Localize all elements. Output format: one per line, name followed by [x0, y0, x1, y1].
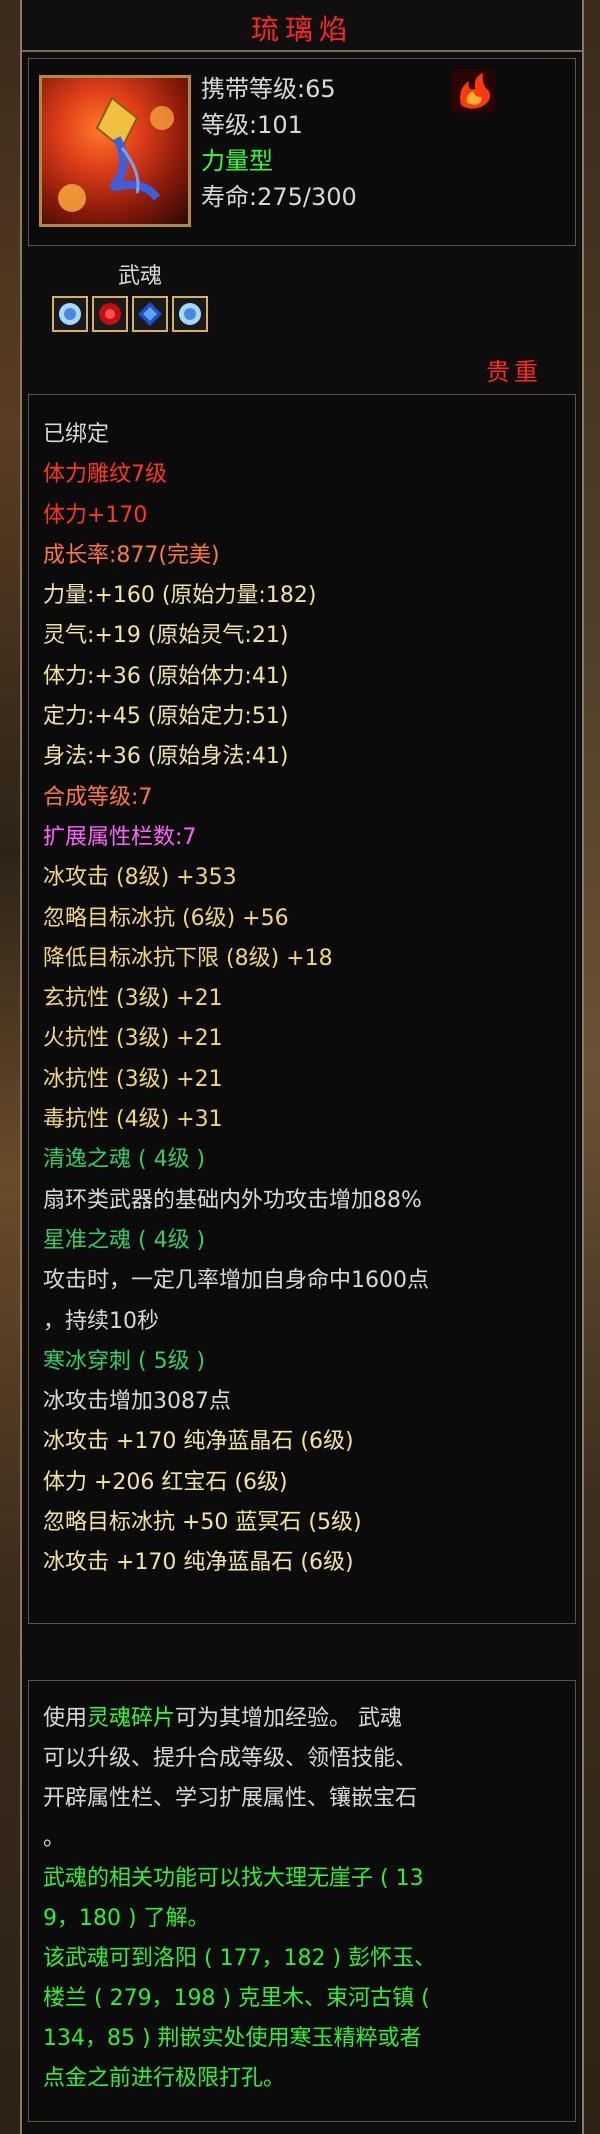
item-header: 携带等级:65 等级:101 力量型 寿命:275/300 — [28, 58, 576, 246]
attribute-line: 身法:+36 (原始身法:41) — [43, 744, 289, 770]
attribute-line: 已绑定 — [43, 422, 110, 447]
rarity-label: 贵重 — [486, 358, 542, 386]
flame-icon — [451, 69, 495, 113]
attribute-line: ，持续10秒 — [43, 1308, 159, 1334]
desc-text: 开辟属性栏、学习扩展属性、镶嵌宝石 — [43, 1786, 418, 1811]
attribute-line: 冰攻击 +170 纯净蓝晶石 (6级) — [43, 1429, 354, 1455]
desc-hint: 点金之前进行极限打孔。 — [43, 2066, 286, 2091]
item-level: 等级:101 — [201, 111, 303, 139]
item-lifespan: 寿命:275/300 — [201, 183, 357, 211]
desc-text: 可以升级、提升合成等级、领悟技能、 — [43, 1746, 418, 1771]
gem-slot-3[interactable] — [132, 296, 168, 332]
desc-text: 。 — [43, 1826, 66, 1851]
dark-blue-gem-icon — [138, 302, 162, 326]
attribute-line: 灵气:+19 (原始灵气:21) — [43, 623, 289, 649]
description-text: 使用灵魂碎片可为其增加经验。 武魂 可以升级、提升合成等级、领悟技能、 开辟属性… — [43, 1699, 561, 2099]
desc-hint: 9，180 ) 了解。 — [43, 1906, 210, 1931]
gem-slot-2[interactable] — [92, 296, 128, 332]
soul-label: 武魂 — [118, 264, 163, 289]
desc-hint: 该武魂可到洛阳 ( 177，182 ) 彭怀玉、 — [43, 1946, 437, 1971]
attributes-panel: 已绑定体力雕纹7级 体力+170 成长率:877(完美) 力量:+160 (原始力量:… — [28, 394, 576, 1624]
red-gem-icon — [99, 303, 121, 325]
attribute-line: 火抗性 (3级) +21 — [43, 1026, 223, 1052]
item-type: 力量型 — [201, 147, 273, 175]
attribute-line: 体力雕纹7级 — [43, 462, 167, 488]
attribute-line: 寒冰穿刺 ( 5级 ) — [43, 1348, 206, 1374]
gem-slot-4[interactable] — [172, 296, 208, 332]
attribute-line: 冰攻击 (8级) +353 — [43, 865, 237, 891]
attribute-line: 扇环类武器的基础内外功攻击增加88% — [43, 1187, 422, 1213]
blue-gem-icon — [59, 303, 81, 325]
attribute-line: 星准之魂 ( 4级 ) — [43, 1227, 206, 1253]
attribute-line: 冰攻击 +170 纯净蓝晶石 (6级) — [43, 1550, 354, 1576]
attribute-line: 忽略目标冰抗 (6级) +56 — [43, 905, 289, 931]
attribute-line: 定力:+45 (原始定力:51) — [43, 704, 289, 730]
attribute-list: 已绑定体力雕纹7级 体力+170 成长率:877(完美) 力量:+160 (原始力量:… — [43, 415, 565, 1584]
desc-text: 使用 — [43, 1706, 88, 1731]
attribute-line: 冰攻击增加3087点 — [43, 1389, 231, 1415]
attribute-line: 力量:+160 (原始力量:182) — [43, 583, 317, 609]
gem-slots — [52, 296, 208, 332]
attribute-line: 忽略目标冰抗 +50 蓝冥石 (5级) — [43, 1510, 362, 1536]
attribute-line: 体力:+36 (原始体力:41) — [43, 663, 289, 689]
gem-slot-1[interactable] — [52, 296, 88, 332]
game-background-left — [0, 0, 22, 2134]
attribute-line: 体力 +206 红宝石 (6级) — [43, 1469, 288, 1495]
item-tooltip: 琉璃焰 携带等级:65 等级:101 力量型 寿命:275/300 武魂 贵重 … — [20, 0, 584, 2134]
attribute-line: 攻击时，一定几率增加自身命中1600点 — [43, 1268, 429, 1294]
carry-level: 携带等级:65 — [201, 75, 336, 103]
desc-hint: 楼兰 ( 279，198 ) 克里木、束河古镇 ( — [43, 1986, 430, 2011]
soul-fragment-link: 灵魂碎片 — [87, 1706, 176, 1731]
attribute-line: 玄抗性 (3级) +21 — [43, 986, 223, 1012]
item-portrait-icon — [39, 75, 191, 227]
desc-hint: 134，85 ) 荆嵌实处使用寒玉精粹或者 — [43, 2026, 422, 2051]
attribute-line: 扩展属性栏数:7 — [43, 824, 197, 850]
tooltip-title-bar: 琉璃焰 — [22, 0, 582, 52]
desc-text: 可为其增加经验。 武魂 — [175, 1706, 403, 1731]
item-name: 琉璃焰 — [250, 13, 353, 46]
attribute-line: 降低目标冰抗下限 (8级) +18 — [43, 945, 333, 971]
attribute-line: 冰抗性 (3级) +21 — [43, 1066, 223, 1092]
desc-hint: 武魂的相关功能可以找大理无崖子 ( 13 — [43, 1866, 424, 1891]
blue-gem-icon — [179, 303, 201, 325]
item-stats: 携带等级:65 等级:101 力量型 寿命:275/300 — [201, 71, 357, 215]
attribute-line: 成长率:877(完美) — [43, 542, 220, 568]
description-panel: 使用灵魂碎片可为其增加经验。 武魂 可以升级、提升合成等级、领悟技能、 开辟属性… — [28, 1680, 576, 2122]
attribute-line: 合成等级:7 — [43, 784, 153, 810]
attribute-line: 体力+170 — [43, 502, 148, 528]
attribute-line: 清逸之魂 ( 4级 ) — [43, 1147, 206, 1173]
attribute-line: 毒抗性 (4级) +31 — [43, 1107, 223, 1133]
